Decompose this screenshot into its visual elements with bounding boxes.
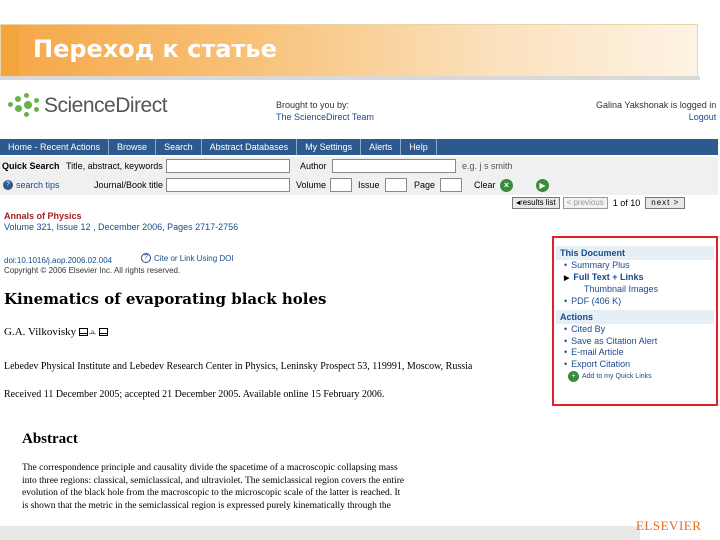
pdf-link[interactable]: • PDF (406 K) [554, 296, 716, 308]
title-accent [1, 25, 19, 77]
author-example: e.g. j s smith [462, 161, 513, 171]
volume-input[interactable] [330, 178, 352, 192]
cite-icon: ? [141, 253, 151, 263]
volume-issue[interactable]: Volume 321, Issue 12 , December 2006, Pa… [4, 222, 238, 233]
email-icon[interactable] [79, 328, 89, 336]
page-label: Page [414, 180, 436, 190]
help-icon[interactable]: ? [3, 180, 13, 190]
author-line: G.A. Vilkovisky ,a, [4, 326, 108, 338]
keywords-input[interactable] [166, 159, 290, 173]
previous-button[interactable]: < previous [562, 197, 608, 209]
full-text-link[interactable]: ▶ Full Text + Links [554, 272, 716, 285]
cite-doi-link[interactable]: ? Cite or Link Using DOI [141, 253, 234, 263]
nav-abstract-databases[interactable]: Abstract Databases [202, 139, 298, 155]
title-shadow [0, 76, 700, 80]
slide-title-bar: Переход к статье [0, 24, 698, 77]
results-navigation: ◂results list < previous 1 of 10 next > [512, 197, 686, 209]
clear-label: Clear [474, 180, 496, 190]
abstract-heading: Abstract [22, 431, 78, 447]
clear-button[interactable]: × [500, 179, 513, 192]
brought-to-you: Brought to you by: The ScienceDirect Tea… [276, 99, 374, 123]
abstract-line: evolution of the black hole from the mac… [22, 488, 401, 498]
slide-title: Переход к статье [33, 35, 277, 63]
journal-label: Journal/Book title [94, 180, 164, 190]
logged-in-user: Galina Yakshonak is logged in [596, 100, 717, 110]
journal-info: Annals of Physics Volume 321, Issue 12 ,… [4, 211, 238, 233]
cited-by-link[interactable]: • Cited By [554, 324, 716, 336]
quick-search-row-2: ? search tips Journal/Book title Volume … [0, 176, 718, 195]
author-input[interactable] [332, 159, 456, 173]
nav-search[interactable]: Search [156, 139, 202, 155]
doi[interactable]: doi:10.1016/j.aop.2006.02.004 [4, 256, 112, 265]
nav-alerts[interactable]: Alerts [361, 139, 402, 155]
author-name[interactable]: G.A. Vilkovisky [4, 326, 76, 338]
article-title: Kinematics of evaporating black holes [4, 290, 327, 308]
citation-alert-link[interactable]: • Save as Citation Alert [554, 336, 716, 348]
volume-label: Volume [296, 180, 327, 190]
next-button[interactable]: next > [645, 197, 686, 209]
result-counter: 1 of 10 [612, 198, 641, 208]
journal-name[interactable]: Annals of Physics [4, 211, 238, 222]
logo-text: ScienceDirect [44, 94, 168, 117]
issue-input[interactable] [385, 178, 407, 192]
quick-search-label: Quick Search [2, 161, 60, 171]
export-citation-link[interactable]: • Export Citation [554, 359, 716, 371]
keywords-label: Title, abstract, keywords [66, 161, 163, 171]
copyright: Copyright © 2006 Elsevier Inc. All right… [4, 266, 181, 275]
page-input[interactable] [440, 178, 462, 192]
actions-header: Actions [556, 310, 714, 324]
login-status: Galina Yakshonak is logged in Logout [596, 99, 716, 123]
sciencedirect-logo[interactable]: ScienceDirect [6, 92, 168, 120]
abstract-text: The correspondence principle and causali… [22, 462, 450, 512]
add-quick-links[interactable]: + Add to my Quick Links [554, 371, 716, 382]
author-label: Author [300, 161, 327, 171]
cite-link-label: Cite or Link Using DOI [154, 253, 234, 263]
expand-triangle-icon: ▶ [564, 274, 570, 282]
issue-label: Issue [358, 180, 380, 190]
nav-browse[interactable]: Browse [109, 139, 157, 155]
journal-input[interactable] [166, 178, 290, 192]
email-icon-2[interactable] [98, 328, 108, 336]
add-icon: + [568, 371, 579, 382]
sciencedirect-dots-icon [6, 92, 40, 120]
abstract-line: is shown that the metric in the semiclas… [22, 500, 391, 511]
nav-home[interactable]: Home - Recent Actions [0, 139, 110, 155]
brought-line1: Brought to you by: [276, 100, 350, 110]
footer-strip [0, 526, 640, 540]
document-sidebar-highlight: This Document • Summary Plus ▶ Full Text +… [552, 236, 718, 406]
this-document-header: This Document [556, 246, 714, 260]
go-button[interactable]: ▶ [536, 179, 549, 192]
nav-help[interactable]: Help [401, 139, 437, 155]
email-article-link[interactable]: • E-mail Article [554, 347, 716, 359]
search-tips-link[interactable]: search tips [16, 180, 60, 190]
abstract-line: The correspondence principle and causali… [22, 463, 398, 473]
results-list-button[interactable]: ◂results list [512, 197, 560, 209]
nav-my-settings[interactable]: My Settings [297, 139, 362, 155]
abstract-line: into three regions: classical, semiclass… [22, 475, 405, 486]
received-dates: Received 11 December 2005; accepted 21 D… [4, 389, 385, 400]
main-nav: Home - Recent Actions Browse Search Abst… [0, 139, 718, 155]
summary-plus-link[interactable]: • Summary Plus [554, 260, 716, 272]
brought-line2[interactable]: The ScienceDirect Team [276, 111, 374, 123]
affiliation: Lebedev Physical Institute and Lebedev R… [4, 361, 473, 372]
quick-search-row-1: Quick Search Title, abstract, keywords A… [0, 157, 718, 176]
elsevier-logo: ELSEVIER [636, 518, 702, 533]
thumbnail-images-link[interactable]: Thumbnail Images [554, 284, 716, 296]
logout-link[interactable]: Logout [596, 111, 717, 123]
